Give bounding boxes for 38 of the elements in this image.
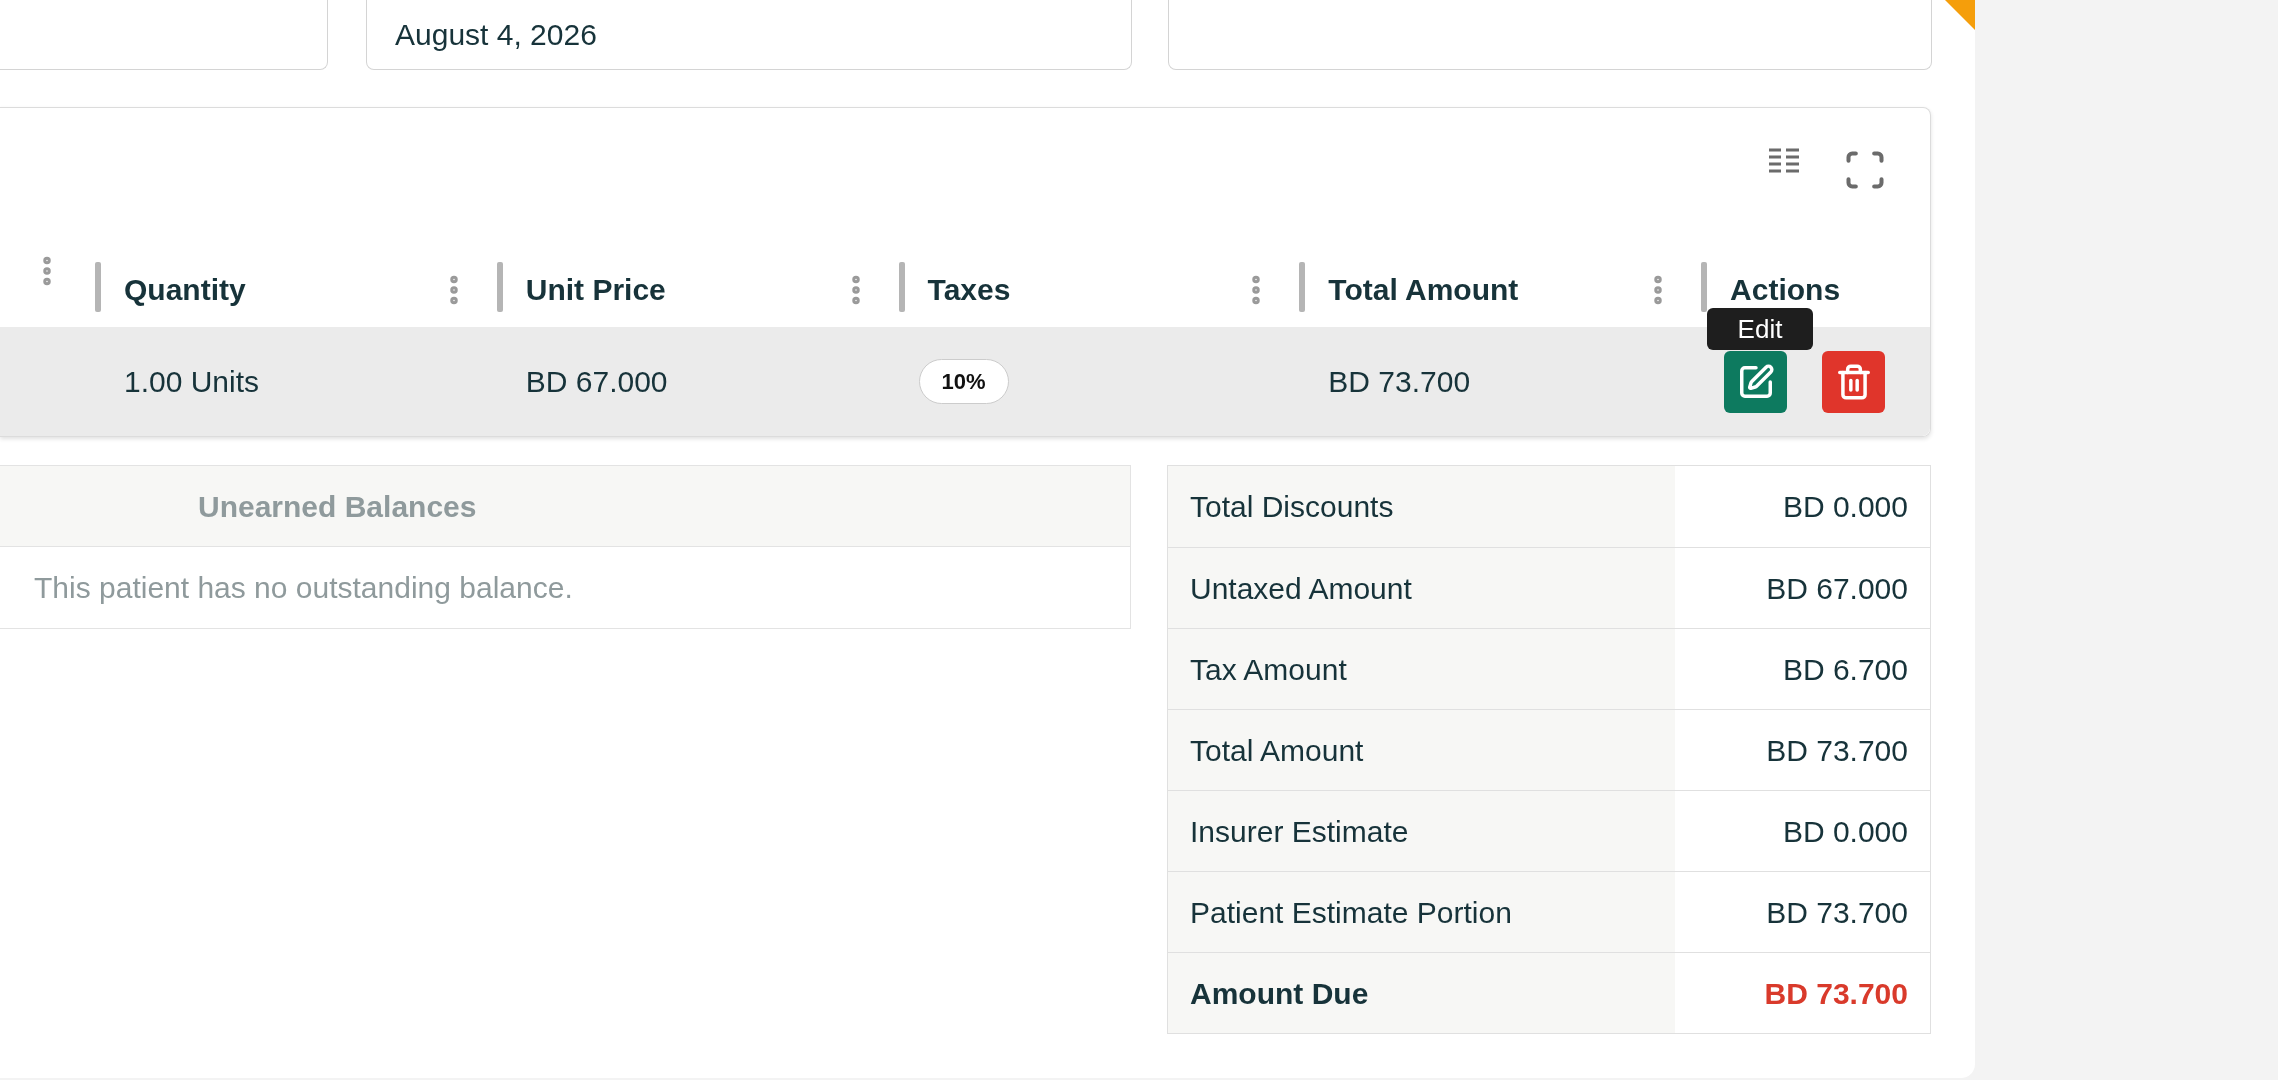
table-cell-text: 1.00 Units bbox=[123, 364, 260, 401]
tooltip: Edit bbox=[1707, 308, 1813, 350]
summary-label: Insurer Estimate bbox=[1190, 813, 1409, 850]
summary-label: Tax Amount bbox=[1190, 651, 1347, 688]
column-resize-handle[interactable] bbox=[1701, 262, 1708, 313]
date-field[interactable]: August 4, 2026 bbox=[366, 0, 1132, 70]
form-field[interactable] bbox=[1168, 0, 1932, 70]
panel-heading: Unearned Balances bbox=[198, 488, 477, 525]
empty-message: This patient has no outstanding balance. bbox=[34, 570, 573, 606]
summary-label: Amount Due bbox=[1190, 975, 1369, 1012]
edit-button[interactable] bbox=[1724, 350, 1788, 413]
column-resize-handle[interactable] bbox=[1299, 262, 1306, 313]
column-resize-handle[interactable] bbox=[94, 262, 101, 313]
column-resize-handle[interactable] bbox=[898, 262, 905, 313]
fullscreen-icon[interactable] bbox=[1843, 148, 1887, 192]
column-header[interactable]: Unit Price bbox=[525, 267, 666, 313]
summary-value: BD 0.000 bbox=[1782, 813, 1908, 850]
summary-value: BD 67.000 bbox=[1766, 570, 1908, 607]
summary-value: BD 73.700 bbox=[1766, 732, 1908, 769]
column-header[interactable]: Quantity bbox=[123, 267, 246, 313]
summary-label: Patient Estimate Portion bbox=[1190, 894, 1512, 931]
column-resize-handle[interactable] bbox=[496, 262, 503, 313]
summary-label: Total Discounts bbox=[1190, 489, 1394, 525]
summary-label: Total Amount bbox=[1190, 732, 1364, 769]
column-header[interactable]: Taxes bbox=[927, 267, 1011, 313]
summary-label: Untaxed Amount bbox=[1190, 570, 1412, 607]
table-cell-text: BD 67.000 bbox=[525, 364, 668, 401]
columns-icon[interactable] bbox=[1769, 148, 1799, 174]
form-field[interactable] bbox=[0, 0, 328, 70]
delete-button[interactable] bbox=[1822, 350, 1886, 413]
table-cell-text: BD 73.700 bbox=[1328, 364, 1471, 401]
summary-value: BD 73.700 bbox=[1766, 894, 1908, 931]
column-header[interactable]: Total Amount bbox=[1328, 267, 1519, 313]
corner-ribbon-icon bbox=[1945, 0, 1975, 30]
summary-value: BD 0.000 bbox=[1782, 489, 1908, 525]
summary-value: BD 73.700 bbox=[1764, 975, 1908, 1012]
tax-badge: 10% bbox=[918, 359, 1009, 405]
summary-value: BD 6.700 bbox=[1782, 651, 1908, 688]
